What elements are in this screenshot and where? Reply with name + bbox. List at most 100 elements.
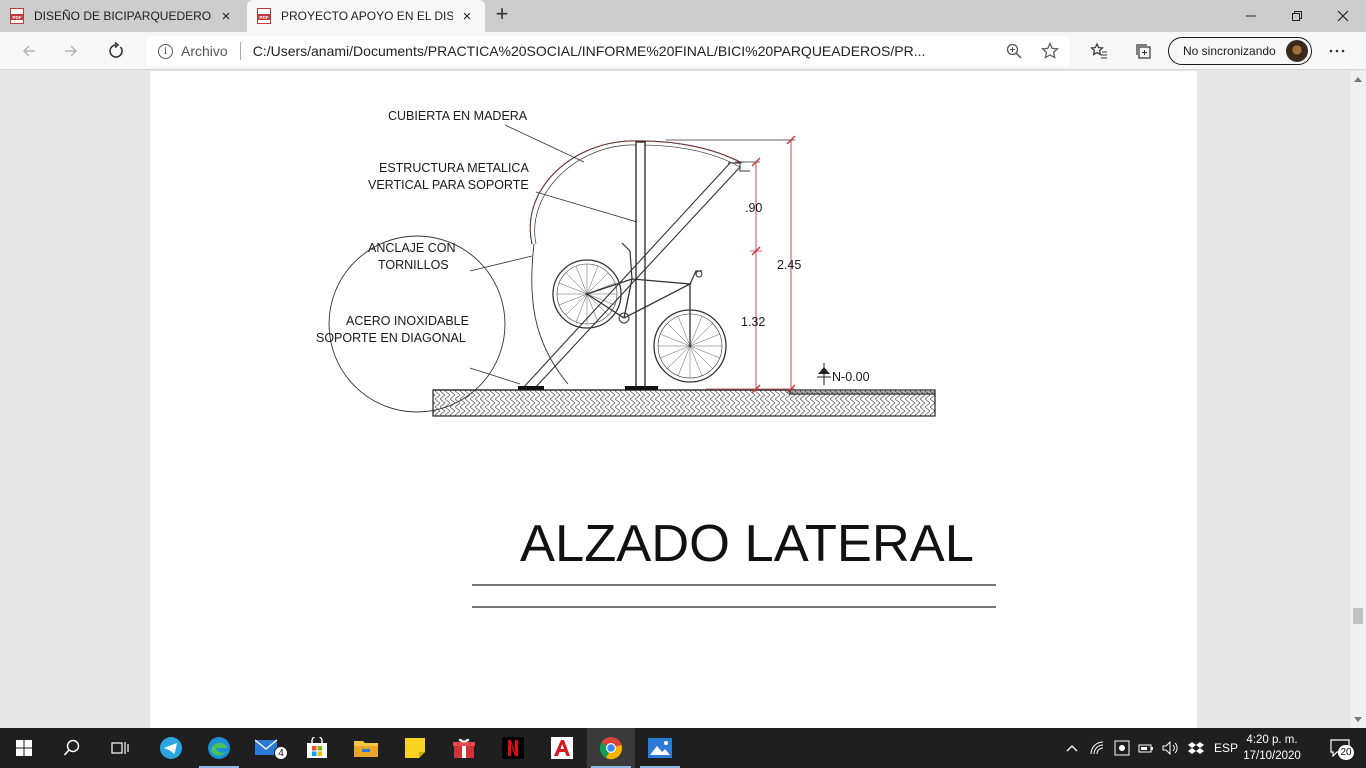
dimension-total: 2.45 — [777, 258, 801, 272]
pdf-icon: PDF — [10, 8, 24, 24]
label-anchor-1: ANCLAJE CON — [368, 241, 456, 255]
taskbar-chrome[interactable] — [587, 728, 635, 768]
file-explorer-icon — [354, 741, 378, 757]
label-structure-2: VERTICAL PARA SOPORTE — [368, 178, 529, 192]
photos-icon — [648, 738, 672, 758]
input-language[interactable]: ESP — [1214, 741, 1238, 755]
pdf-icon: PDF — [257, 8, 271, 24]
arrow-left-icon — [22, 45, 35, 57]
vertical-scrollbar[interactable] — [1350, 71, 1366, 728]
zoom-icon[interactable] — [1006, 43, 1022, 59]
autocad-icon — [551, 737, 573, 759]
taskbar-netflix[interactable] — [489, 728, 537, 768]
taskbar: 4 ESP 4:20 p. m. 17/10/2020 20 — [0, 728, 1366, 768]
dropbox-icon[interactable] — [1188, 741, 1204, 755]
label-roof: CUBIERTA EN MADERA — [388, 109, 528, 123]
sticky-notes-icon — [405, 738, 425, 758]
edge-icon — [208, 737, 230, 759]
tab-proyecto-apoyo[interactable]: PDF PROYECTO APOYO EN EL DISEÑO × — [247, 0, 485, 32]
sync-status-label: No sincronizando — [1183, 44, 1276, 58]
collections-icon — [1136, 44, 1151, 59]
network-icon[interactable] — [1090, 741, 1104, 755]
level-marker: N-0.00 — [832, 370, 870, 384]
restore-icon — [1292, 11, 1302, 21]
task-view-icon — [111, 742, 129, 754]
drawing-title: ALZADO LATERAL — [520, 515, 974, 573]
taskbar-photos[interactable] — [636, 728, 684, 768]
favorites-list-icon — [1090, 42, 1107, 59]
avatar — [1286, 40, 1308, 62]
gift-icon — [453, 738, 475, 758]
pdf-page: CUBIERTA EN MADERA ESTRUCTURA METALICA V… — [150, 71, 1197, 728]
vertical-post — [625, 141, 658, 390]
address-scheme: Archivo — [181, 43, 228, 59]
close-tab-button[interactable]: × — [218, 8, 234, 25]
address-url[interactable]: C:/Users/anami/Documents/PRACTICA%20SOCI… — [253, 43, 979, 59]
action-center-button[interactable]: 20 — [1316, 728, 1366, 768]
taskbar-sticky-notes[interactable] — [391, 728, 439, 768]
taskbar-gift[interactable] — [440, 728, 488, 768]
arrow-right-icon — [65, 45, 78, 57]
chrome-icon — [599, 737, 622, 760]
label-structure-1: ESTRUCTURA METALICA — [379, 161, 529, 175]
profile-sync-button[interactable]: No sincronizando — [1168, 37, 1312, 65]
clock-time: 4:20 p. m. — [1246, 734, 1298, 746]
dimension-lines — [666, 135, 831, 394]
netflix-icon — [502, 737, 524, 759]
pdf-viewer[interactable]: CUBIERTA EN MADERA ESTRUCTURA METALICA V… — [0, 71, 1366, 728]
battery-icon[interactable] — [1138, 742, 1154, 754]
refresh-button[interactable] — [101, 37, 131, 65]
more-icon — [1329, 49, 1345, 53]
favorites-button[interactable] — [1084, 37, 1114, 65]
task-view-button[interactable] — [96, 728, 144, 768]
dimension-lower: 1.32 — [741, 315, 765, 329]
taskbar-mail[interactable]: 4 — [243, 728, 291, 768]
svg-text:PDF: PDF — [259, 15, 268, 20]
search-button[interactable] — [48, 728, 96, 768]
screen-capture-icon[interactable] — [1114, 740, 1130, 756]
svg-text:PDF: PDF — [12, 15, 21, 20]
label-anchor-2: TORNILLOS — [378, 258, 449, 272]
address-separator — [239, 42, 241, 60]
taskbar-store[interactable] — [293, 728, 341, 768]
new-tab-button[interactable]: + — [490, 3, 514, 27]
tab-label: DISEÑO DE BICIPARQUEDEROS D — [34, 9, 212, 23]
clock-date: 17/10/2020 — [1243, 750, 1301, 762]
dimension-upper: .90 — [745, 201, 762, 215]
close-icon — [1337, 10, 1349, 22]
close-window-button[interactable] — [1320, 0, 1366, 32]
minimize-icon — [1246, 15, 1256, 17]
favorite-star-icon[interactable] — [1041, 42, 1059, 60]
forward-button[interactable] — [56, 37, 86, 65]
tab-diseno-biciparqueaderos[interactable]: PDF DISEÑO DE BICIPARQUEDEROS D × — [0, 0, 244, 32]
taskbar-edge[interactable] — [195, 728, 243, 768]
scroll-up-icon[interactable] — [1354, 77, 1362, 82]
restore-button[interactable] — [1274, 0, 1320, 32]
back-button[interactable] — [14, 37, 44, 65]
minimize-button[interactable] — [1228, 0, 1274, 32]
tab-strip: PDF DISEÑO DE BICIPARQUEDEROS D × PDF PR… — [0, 0, 1366, 32]
chevron-up-icon[interactable] — [1066, 744, 1078, 752]
start-button[interactable] — [0, 728, 48, 768]
start-icon — [16, 740, 32, 756]
search-icon — [63, 739, 80, 756]
taskbar-autocad[interactable] — [538, 728, 586, 768]
mail-badge: 4 — [274, 746, 288, 760]
info-icon[interactable]: i — [158, 43, 173, 59]
collections-button[interactable] — [1128, 37, 1158, 65]
clock[interactable]: 4:20 p. m. 17/10/2020 — [1240, 732, 1304, 764]
address-bar[interactable]: i Archivo C:/Users/anami/Documents/PRACT… — [146, 36, 1070, 66]
refresh-icon — [109, 42, 123, 58]
system-tray: ESP — [1066, 728, 1238, 768]
notification-count: 20 — [1338, 745, 1354, 760]
settings-more-button[interactable] — [1322, 37, 1352, 65]
tab-label: PROYECTO APOYO EN EL DISEÑO — [281, 9, 453, 23]
volume-icon[interactable] — [1162, 741, 1180, 755]
taskbar-file-explorer[interactable] — [342, 728, 390, 768]
scroll-down-icon[interactable] — [1354, 717, 1362, 722]
taskbar-telegram[interactable] — [147, 728, 195, 768]
close-tab-button[interactable]: × — [459, 8, 475, 25]
telegram-icon — [160, 737, 182, 759]
scrollbar-thumb[interactable] — [1353, 608, 1363, 624]
label-steel-2: SOPORTE EN DIAGONAL — [316, 331, 466, 345]
